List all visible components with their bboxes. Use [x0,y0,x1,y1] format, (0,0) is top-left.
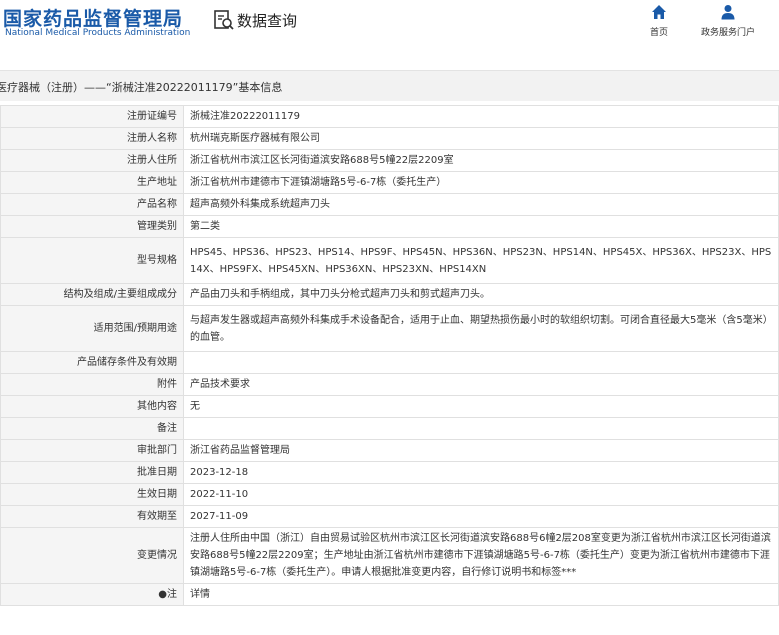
field-value: 产品由刀头和手柄组成，其中刀头分枪式超声刀头和剪式超声刀头。 [183,283,779,306]
field-label: 附件 [0,373,184,396]
field-label: 管理类别 [0,215,184,238]
document-search-icon [213,9,235,31]
field-value: 注册人住所由中国（浙江）自由贸易试验区杭州市滨江区长河街道滨安路688号6幢2层… [183,527,779,584]
field-label: 其他内容 [0,395,184,418]
field-value: 与超声发生器或超声高频外科集成手术设备配合，适用于止血、期望热损伤最小时的软组织… [183,305,779,352]
table-row: 生效日期 2022-11-10 [0,483,779,506]
field-label: 变更情况 [0,527,184,584]
page-title-bar: 医疗器械（注册）——“浙械注准20222011179”基本信息 [0,70,779,101]
table-row: 生产地址 浙江省杭州市建德市下涯镇湖塘路5号-6-7栋（委托生产） [0,171,779,194]
field-value: 第二类 [183,215,779,238]
table-row: 注册人名称 杭州瑞克斯医疗器械有限公司 [0,127,779,150]
table-row: 批准日期 2023-12-18 [0,461,779,484]
table-row: 适用范围/预期用途 与超声发生器或超声高频外科集成手术设备配合，适用于止血、期望热… [0,305,779,352]
logo-subtitle: National Medical Products Administration [5,28,191,38]
field-value: 超声高频外科集成系统超声刀头 [183,193,779,216]
table-row: 备注 [0,417,779,440]
site-header: 国家药品监督管理局 National Medical Products Admi… [0,0,779,60]
table-row: 有效期至 2027-11-09 [0,505,779,528]
home-icon [652,5,666,19]
field-value: 浙江省杭州市滨江区长河街道滨安路688号5幢22层2209室 [183,149,779,172]
page-title: 医疗器械（注册）——“浙械注准20222011179”基本信息 [0,81,283,94]
field-value: 浙江省杭州市建德市下涯镇湖塘路5号-6-7栋（委托生产） [183,171,779,194]
field-label: 生效日期 [0,483,184,506]
table-row: 管理类别 第二类 [0,215,779,238]
field-value: 浙械注准20222011179 [183,105,779,128]
logo-title[interactable]: 国家药品监督管理局 [3,4,183,31]
field-value: 2023-12-18 [183,461,779,484]
table-row: 注册人住所 浙江省杭州市滨江区长河街道滨安路688号5幢22层2209室 [0,149,779,172]
field-value: 产品技术要求 [183,373,779,396]
field-label: 有效期至 [0,505,184,528]
table-row: 产品储存条件及有效期 [0,351,779,374]
table-row: ●注 详情 [0,583,779,606]
table-row: 变更情况 注册人住所由中国（浙江）自由贸易试验区杭州市滨江区长河街道滨安路688号… [0,527,779,584]
field-label: 注册证编号 [0,105,184,128]
detail-link[interactable]: 详情 [183,583,779,606]
table-row: 产品名称 超声高频外科集成系统超声刀头 [0,193,779,216]
field-label: 产品储存条件及有效期 [0,351,184,374]
table-row: 注册证编号 浙械注准20222011179 [0,105,779,128]
field-label: 产品名称 [0,193,184,216]
field-value: 浙江省药品监督管理局 [183,439,779,462]
field-value: 杭州瑞克斯医疗器械有限公司 [183,127,779,150]
field-value: 2022-11-10 [183,483,779,506]
field-label: ●注 [0,583,184,606]
field-value: 2027-11-09 [183,505,779,528]
table-row: 型号规格 HPS45、HPS36、HPS23、HPS14、HPS9F、HPS45N… [0,237,779,284]
field-value: HPS45、HPS36、HPS23、HPS14、HPS9F、HPS45N、HPS… [183,237,779,284]
field-label: 生产地址 [0,171,184,194]
field-label: 审批部门 [0,439,184,462]
table-row: 其他内容无 [0,395,779,418]
field-label: 注册人住所 [0,149,184,172]
field-value: 无 [183,395,779,418]
nav-home[interactable]: 首页 [650,4,668,38]
table-row: 结构及组成/主要组成成分 产品由刀头和手柄组成，其中刀头分枪式超声刀头和剪式超声刀… [0,283,779,306]
field-label: 备注 [0,417,184,440]
data-query-heading: 数据查询 [213,8,297,32]
nav-service-portal[interactable]: 政务服务门户 [701,4,755,38]
field-value [183,351,779,374]
user-icon [721,5,735,20]
field-label: 批准日期 [0,461,184,484]
field-value [183,417,779,440]
table-row: 附件 产品技术要求 [0,373,779,396]
detail-table: 注册证编号 浙械注准20222011179 注册人名称 杭州瑞克斯医疗器械有限公司 注册… [0,105,779,606]
field-label: 适用范围/预期用途 [0,305,184,352]
field-label: 结构及组成/主要组成成分 [0,283,184,306]
table-row: 审批部门 浙江省药品监督管理局 [0,439,779,462]
field-label: 注册人名称 [0,127,184,150]
field-label: 型号规格 [0,237,184,284]
data-query-title: 数据查询 [237,11,298,30]
nav-service-label: 政务服务门户 [701,28,756,38]
nav-home-label: 首页 [650,28,669,38]
